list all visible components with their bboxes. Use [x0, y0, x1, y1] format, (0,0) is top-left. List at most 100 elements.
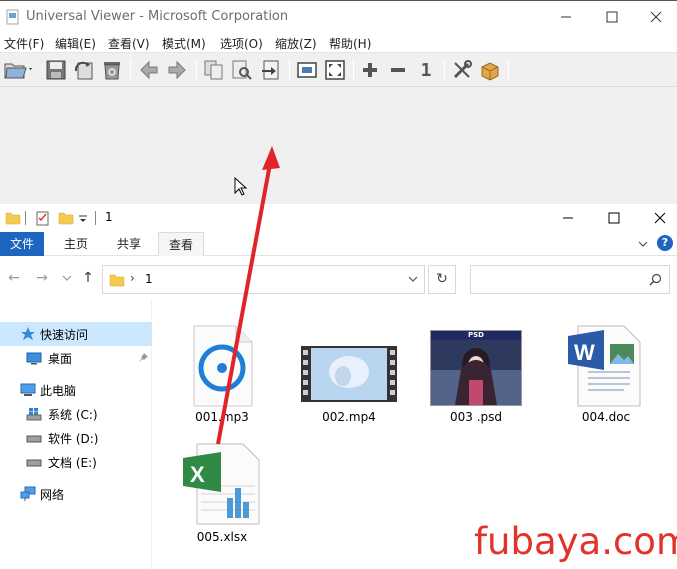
chevron-down-icon[interactable] [408, 274, 418, 284]
plugins-button[interactable] [477, 56, 503, 84]
delete-icon [104, 62, 120, 80]
nav-label: 此电脑 [40, 384, 77, 398]
actual-size-button[interactable]: 1 [413, 56, 439, 84]
save-button[interactable] [43, 56, 69, 84]
nav-drive-d[interactable]: 软件 (D:) [0, 426, 152, 450]
back-icon [140, 60, 158, 80]
psd-badge: PSD [431, 331, 521, 340]
psd-preview-image: PSD [430, 330, 522, 406]
tools-button[interactable] [449, 56, 475, 84]
help-button[interactable]: ? [657, 235, 673, 251]
copy-button[interactable] [201, 56, 227, 84]
menu-zoom[interactable]: 缩放(Z) [275, 35, 317, 52]
watermark-text: fubaya.com [474, 520, 677, 563]
menu-file[interactable]: 文件(F) [4, 35, 44, 52]
explorer-window-title: 1 [105, 210, 113, 224]
tab-view[interactable]: 查看 [158, 232, 205, 256]
explorer-maximize-button[interactable] [591, 204, 637, 232]
reload-icon [74, 61, 93, 80]
viewer-title-bar[interactable]: Universal Viewer - Microsoft Corporation [0, 1, 677, 33]
nav-desktop[interactable]: 桌面 [0, 346, 152, 370]
address-box[interactable]: › 1 [102, 265, 425, 294]
minimize-icon [561, 16, 571, 18]
forward-arrow-icon[interactable]: → [34, 270, 50, 286]
nav-quick-access[interactable]: 快速访问 [0, 322, 152, 346]
refresh-icon: ↻ [436, 271, 448, 287]
video-file-thumbnail [299, 318, 399, 408]
preview-icon [232, 60, 252, 80]
reload-button[interactable] [71, 56, 97, 84]
back-arrow-icon[interactable]: ← [6, 270, 22, 286]
nav-network[interactable]: 网络 [0, 482, 152, 506]
up-arrow-icon[interactable]: ↑ [80, 270, 96, 286]
nav-this-pc[interactable]: 此电脑 [0, 378, 152, 402]
toolbar-separator [130, 59, 131, 81]
zoom-in-button[interactable] [357, 56, 383, 84]
file-name: 005.xlsx [196, 530, 248, 544]
tab-share[interactable]: 共享 [107, 232, 151, 256]
tab-file[interactable]: 文件 [0, 232, 44, 256]
open-button[interactable] [0, 56, 38, 84]
fullscreen-button[interactable] [322, 56, 348, 84]
word-document-icon: W [568, 325, 641, 407]
properties-icon[interactable] [35, 210, 51, 226]
nav-label: 文档 (E:) [48, 456, 97, 470]
address-bar-row: ← → ↑ › 1 ↻ [0, 256, 677, 300]
delete-button[interactable] [99, 56, 125, 84]
search-input[interactable] [470, 265, 670, 294]
menu-options[interactable]: 选项(O) [220, 35, 263, 52]
file-name: 002.mp4 [322, 410, 376, 424]
fit-window-button[interactable] [294, 56, 320, 84]
file-name: 001.mp3 [195, 410, 249, 424]
svg-text:X: X [190, 462, 205, 487]
explorer-title-bar[interactable]: 1 [0, 204, 677, 232]
viewer-close-button[interactable] [633, 1, 677, 33]
recent-locations-icon[interactable] [62, 270, 72, 286]
open-icon [4, 63, 32, 79]
universal-viewer-window: Universal Viewer - Microsoft Corporation… [0, 0, 677, 204]
search-icon [649, 273, 662, 286]
nav-drive-e[interactable]: 文档 (E:) [0, 450, 152, 474]
fit-window-icon [297, 62, 317, 78]
back-button[interactable] [136, 56, 162, 84]
excel-document-icon: X [183, 443, 260, 525]
toolbar-separator [289, 59, 290, 81]
refresh-button[interactable]: ↻ [428, 265, 456, 294]
ribbon-tabs: 文件 主页 共享 查看 ? [0, 232, 677, 256]
toolbar-separator [353, 59, 354, 81]
titlebar-divider [95, 211, 96, 225]
pin-icon[interactable] [138, 352, 149, 363]
viewer-minimize-button[interactable] [543, 1, 589, 33]
menu-view[interactable]: 查看(V) [108, 35, 150, 52]
tab-home[interactable]: 主页 [54, 232, 98, 256]
explorer-minimize-button[interactable] [545, 204, 591, 232]
breadcrumb-separator: › [130, 271, 135, 285]
viewer-maximize-button[interactable] [589, 1, 635, 33]
nav-drive-c[interactable]: 系统 (C:) [0, 402, 152, 426]
explorer-close-button[interactable] [637, 204, 677, 232]
chevron-down-icon[interactable] [637, 238, 649, 250]
actual-size-label: 1 [420, 59, 432, 81]
zoom-out-icon [391, 68, 405, 72]
drive-icon [26, 435, 42, 443]
close-icon [650, 11, 662, 23]
viewer-app-icon [6, 9, 19, 25]
export-button[interactable] [258, 56, 284, 84]
tools-icon [453, 60, 472, 79]
toolbar-separator [196, 59, 197, 81]
menu-edit[interactable]: 编辑(E) [55, 35, 96, 52]
folder-icon [5, 212, 21, 225]
close-icon [654, 212, 666, 224]
preview-button[interactable] [229, 56, 255, 84]
menu-mode[interactable]: 模式(M) [162, 35, 206, 52]
forward-icon [168, 60, 186, 80]
forward-button[interactable] [164, 56, 190, 84]
toolbar-separator [508, 59, 509, 81]
customize-toolbar-icon[interactable] [78, 210, 88, 226]
nav-label: 网络 [40, 488, 65, 502]
breadcrumb-folder[interactable]: 1 [145, 272, 153, 286]
viewer-window-title: Universal Viewer - Microsoft Corporation [26, 9, 289, 24]
menu-help[interactable]: 帮助(H) [329, 35, 371, 52]
zoom-out-button[interactable] [385, 56, 411, 84]
new-folder-icon[interactable] [58, 210, 74, 226]
